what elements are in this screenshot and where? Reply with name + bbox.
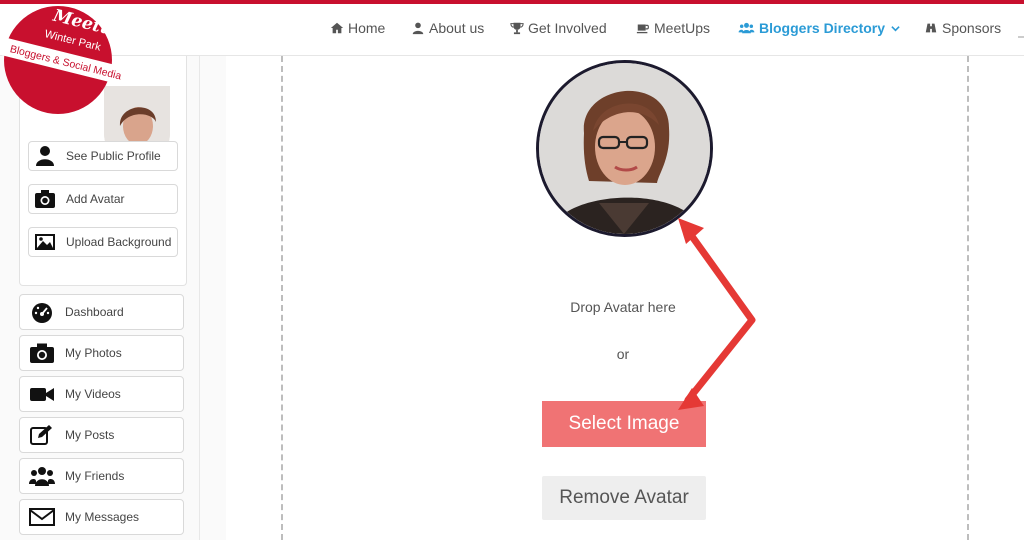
video-icon	[30, 388, 54, 401]
users-icon	[29, 467, 55, 486]
nav-sponsors[interactable]: Sponsors	[924, 20, 1001, 36]
top-navbar: Home About us Get Involved MeetUps Blogg…	[0, 4, 1024, 56]
menu-my-messages[interactable]: My Messages	[19, 499, 184, 535]
nav-bloggers-directory[interactable]: Bloggers Directory	[738, 20, 900, 36]
upload-background-label: Upload Background	[66, 235, 172, 249]
trophy-icon	[510, 22, 524, 35]
user-icon	[36, 146, 54, 166]
image-icon	[35, 234, 55, 250]
nav-meetups[interactable]: MeetUps	[636, 20, 710, 36]
nav-about-label: About us	[429, 20, 485, 36]
home-icon	[330, 22, 344, 34]
remove-avatar-button[interactable]: Remove Avatar	[542, 476, 706, 520]
chevron-down-icon	[891, 25, 900, 31]
camera-icon	[30, 343, 54, 363]
edit-icon	[30, 425, 52, 445]
avatar-photo	[539, 63, 710, 234]
menu-my-posts-label: My Posts	[65, 428, 115, 442]
menu-my-messages-label: My Messages	[65, 510, 140, 524]
see-public-profile-label: See Public Profile	[66, 149, 161, 163]
nav-bloggers-label: Bloggers Directory	[759, 20, 886, 36]
nav-home[interactable]: Home	[330, 20, 385, 36]
menu-my-friends[interactable]: My Friends	[19, 458, 184, 494]
user-icon	[412, 22, 424, 35]
nav-get-involved[interactable]: Get Involved	[510, 20, 607, 36]
menu-my-photos[interactable]: My Photos	[19, 335, 184, 371]
camera-icon	[35, 190, 55, 208]
add-avatar-button[interactable]: Add Avatar	[28, 184, 178, 214]
upload-background-button[interactable]: Upload Background	[28, 227, 178, 257]
coffee-icon	[636, 24, 649, 34]
menu-my-photos-label: My Photos	[65, 346, 122, 360]
envelope-icon	[29, 508, 55, 526]
see-public-profile-button[interactable]: See Public Profile	[28, 141, 178, 171]
menu-my-videos[interactable]: My Videos	[19, 376, 184, 412]
nav-overflow-marker	[1018, 36, 1024, 38]
binoculars-icon	[925, 23, 937, 33]
add-avatar-label: Add Avatar	[66, 192, 125, 206]
nav-about-us[interactable]: About us	[411, 20, 484, 36]
nav-get-involved-label: Get Involved	[528, 20, 607, 36]
dashboard-icon	[32, 303, 52, 323]
menu-dashboard[interactable]: Dashboard	[19, 294, 184, 330]
menu-my-videos-label: My Videos	[65, 387, 121, 401]
menu-my-posts[interactable]: My Posts	[19, 417, 184, 453]
annotation-arrow	[678, 218, 756, 410]
nav-sponsors-label: Sponsors	[942, 20, 1002, 36]
nav-home-label: Home	[348, 20, 386, 36]
menu-dashboard-label: Dashboard	[65, 305, 124, 319]
users-icon	[738, 22, 755, 34]
menu-my-friends-label: My Friends	[65, 469, 125, 483]
meetup-logo[interactable]: Bloggers & Social Media Meetup Winter Pa…	[2, 4, 122, 120]
nav-meetups-label: MeetUps	[654, 20, 711, 36]
